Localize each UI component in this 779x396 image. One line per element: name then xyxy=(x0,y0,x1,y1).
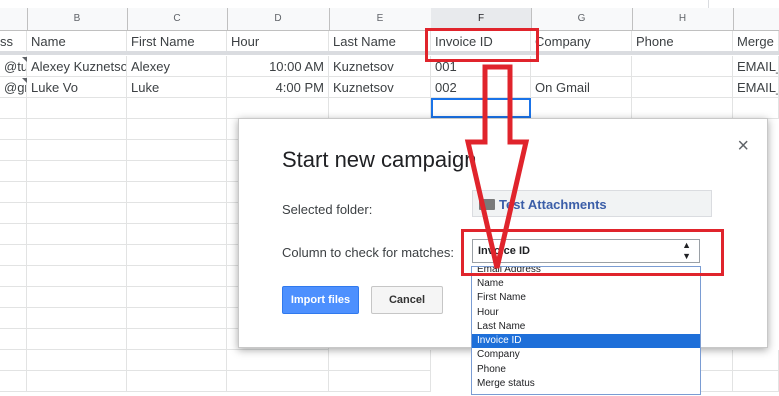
annotation-arrow-icon xyxy=(464,64,530,269)
